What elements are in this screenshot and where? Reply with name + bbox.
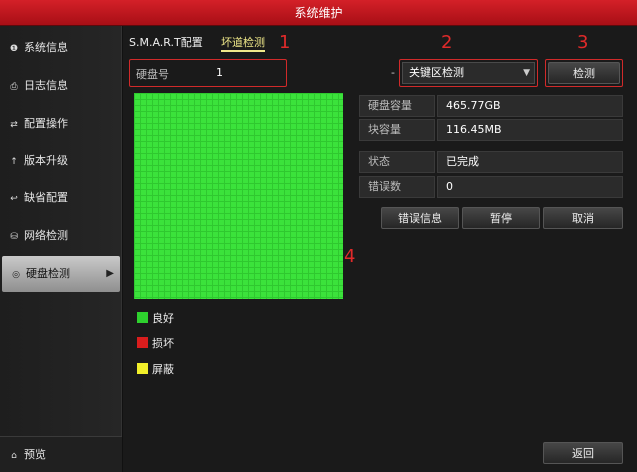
status-label: 状态: [359, 151, 435, 173]
error-count-value: 0: [437, 176, 623, 198]
sidebar-item-label: 网络检测: [24, 229, 68, 242]
disk-number-highlight: 硬盘号 1: [129, 59, 287, 87]
sidebar-item-system-info[interactable]: ❶ 系统信息: [0, 30, 122, 66]
default-icon: ↩: [10, 194, 18, 204]
legend-good: 良好: [137, 312, 174, 326]
pause-button[interactable]: 暂停: [462, 207, 540, 229]
sidebar-item-default-config[interactable]: ↩ 缺省配置: [0, 180, 122, 216]
legend-good-swatch: [137, 312, 148, 323]
log-icon: ⎙: [10, 82, 18, 92]
back-button[interactable]: 返回: [543, 442, 623, 464]
scan-type-select[interactable]: 关键区检测 ▼: [402, 62, 535, 84]
tab-bad-sector-scan[interactable]: 坏道检测: [221, 34, 265, 52]
sidebar: ❶ 系统信息 ⎙ 日志信息 ⇄ 配置操作 ↑ 版本升级 ↩ 缺省配置 ⛁ 网络检测 ◎ 硬盘检…: [0, 26, 122, 472]
sidebar-item-label: 配置操作: [24, 117, 68, 130]
scan-type-highlight: 关键区检测 ▼: [399, 59, 538, 87]
capacity-label: 硬盘容量: [359, 95, 435, 117]
scan-type-value: 关键区检测: [409, 66, 464, 79]
capacity-value: 465.77GB: [437, 95, 623, 117]
annotation-4: 4: [344, 246, 356, 267]
sidebar-item-label: 版本升级: [24, 154, 68, 167]
cancel-button[interactable]: 取消: [543, 207, 623, 229]
detect-highlight: 检测: [545, 59, 623, 87]
detect-button[interactable]: 检测: [548, 62, 620, 84]
sidebar-item-disk-test[interactable]: ◎ 硬盘检测 ▶: [2, 256, 120, 292]
scan-type-prefix: -: [391, 66, 395, 79]
main-panel: S.M.A.R.T配置 坏道检测 1 2 3 4 硬盘号 1 - 关键区检测 ▼…: [123, 26, 637, 472]
error-count-label: 错误数: [359, 176, 435, 198]
annotation-3: 3: [577, 32, 589, 53]
chevron-down-icon: ▼: [523, 68, 530, 78]
legend-damaged-swatch: [137, 337, 148, 348]
legend-masked-swatch: [137, 363, 148, 374]
sidebar-item-label: 系统信息: [24, 41, 68, 54]
sidebar-item-config[interactable]: ⇄ 配置操作: [0, 106, 122, 142]
disk-icon: ◎: [12, 270, 20, 280]
annotation-2: 2: [441, 32, 453, 53]
sidebar-item-label: 日志信息: [24, 79, 68, 92]
preview-label: 预览: [24, 448, 46, 461]
disk-number-label: 硬盘号: [136, 68, 169, 81]
sidebar-item-label: 硬盘检测: [26, 267, 70, 280]
legend-masked: 屏蔽: [137, 363, 174, 377]
legend-masked-label: 屏蔽: [152, 363, 174, 376]
home-icon: ⌂: [11, 451, 17, 461]
tab-smart-config[interactable]: S.M.A.R.T配置: [129, 34, 203, 52]
block-size-label: 块容量: [359, 119, 435, 141]
error-info-button[interactable]: 错误信息: [381, 207, 459, 229]
legend-good-label: 良好: [152, 312, 174, 325]
annotation-1: 1: [279, 32, 291, 53]
config-icon: ⇄: [10, 120, 18, 130]
disk-number-value[interactable]: 1: [216, 66, 223, 79]
info-icon: ❶: [9, 44, 19, 54]
sidebar-item-log-info[interactable]: ⎙ 日志信息: [0, 68, 122, 104]
chevron-right-icon: ▶: [106, 268, 114, 279]
sidebar-item-network-test[interactable]: ⛁ 网络检测: [0, 218, 122, 254]
legend-damaged: 损坏: [137, 337, 174, 351]
sidebar-item-label: 缺省配置: [24, 191, 68, 204]
upgrade-icon: ↑: [10, 157, 18, 167]
status-value: 已完成: [437, 151, 623, 173]
sector-block-map: [134, 93, 343, 299]
preview-button[interactable]: ⌂ 预览: [0, 436, 122, 472]
legend-damaged-label: 损坏: [152, 337, 174, 350]
block-size-value: 116.45MB: [437, 119, 623, 141]
window-title: 系统维护: [0, 0, 637, 26]
network-icon: ⛁: [10, 232, 18, 242]
sidebar-item-upgrade[interactable]: ↑ 版本升级: [0, 143, 122, 179]
